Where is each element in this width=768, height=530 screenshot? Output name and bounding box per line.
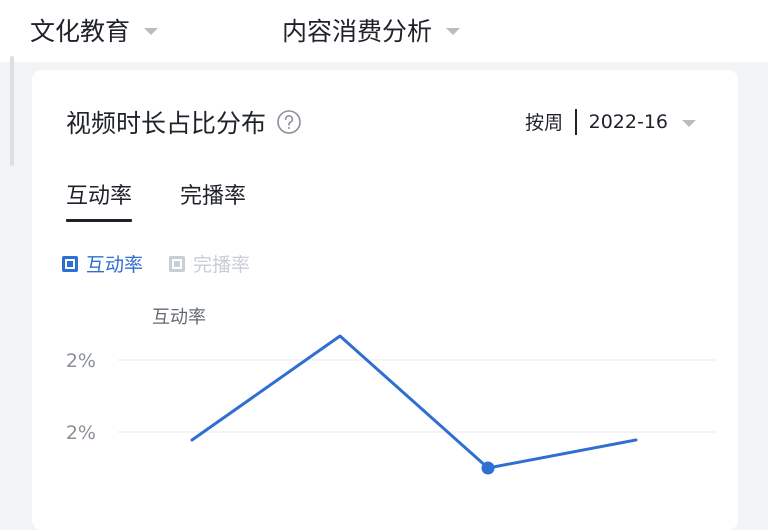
- chevron-down-icon: [144, 28, 158, 35]
- category-dropdown-label: 文化教育: [30, 12, 130, 48]
- chevron-down-icon: [446, 28, 460, 35]
- y-tick-label: 2%: [66, 422, 96, 444]
- category-dropdown[interactable]: 文化教育: [30, 10, 158, 50]
- scrollbar[interactable]: [10, 56, 14, 166]
- series-line: [192, 336, 636, 468]
- filter-bar: 文化教育 内容消费分析: [0, 0, 768, 62]
- analysis-dropdown[interactable]: 内容消费分析: [282, 10, 460, 50]
- data-point: [482, 462, 495, 475]
- y-axis-title: 互动率: [152, 307, 206, 328]
- y-tick-label: 2%: [66, 350, 96, 372]
- duration-distribution-card: 视频时长占比分布 按周 2022-16 互动率 完播率 互动率 完播率 互动率2…: [32, 70, 738, 530]
- line-chart: 互动率 2% 2%: [32, 70, 738, 530]
- analysis-dropdown-label: 内容消费分析: [282, 12, 432, 48]
